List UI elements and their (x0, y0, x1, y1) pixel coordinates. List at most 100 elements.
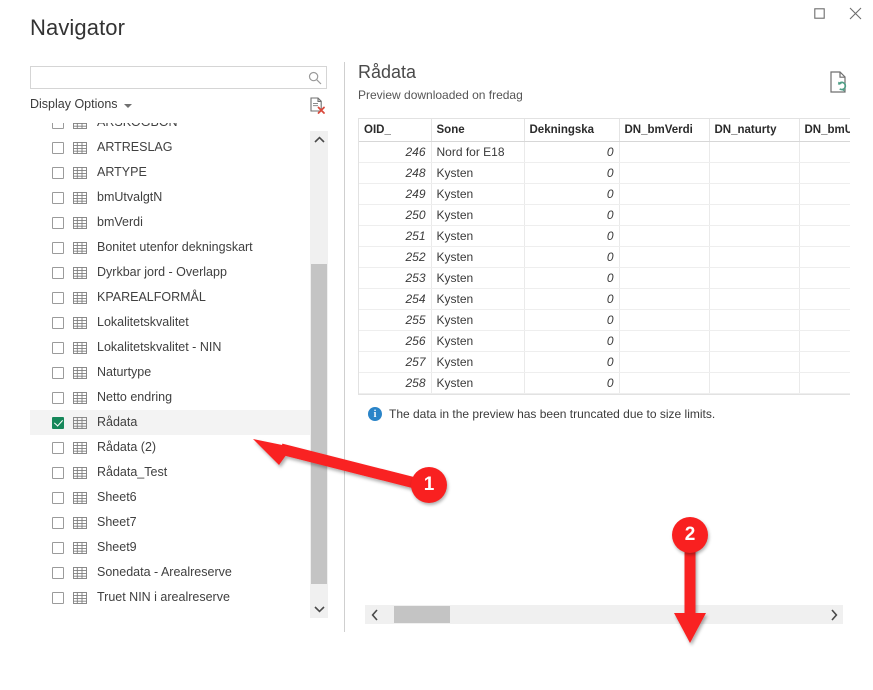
object-tree[interactable]: ARSKOGBON ARTRESLAGARTYPEbmUtvalgtNbmVerd… (30, 123, 327, 629)
tree-item-sonedata-arealreserve[interactable]: Sonedata - Arealreserve (30, 560, 310, 585)
table-head: OID_SoneDekningskaDN_bmVerdiDN_naturtyDN… (359, 119, 850, 141)
table-cell: 0 (524, 183, 619, 204)
table-row[interactable]: 252Kysten0 (359, 246, 850, 267)
table-cell: Kysten (431, 309, 524, 330)
remove-document-icon[interactable] (307, 95, 327, 115)
tree-item-sheet6[interactable]: Sheet6 (30, 485, 310, 510)
preview-table-container[interactable]: OID_SoneDekningskaDN_bmVerdiDN_naturtyDN… (358, 118, 850, 395)
checkbox[interactable] (52, 417, 64, 429)
checkbox[interactable] (52, 592, 64, 604)
column-header[interactable]: DN_bmVerdi (619, 119, 709, 141)
table-cell (709, 246, 799, 267)
checkbox[interactable] (52, 192, 64, 204)
search-box[interactable] (30, 66, 327, 89)
checkbox[interactable] (52, 217, 64, 229)
table-icon (73, 192, 87, 204)
column-header[interactable]: DN_naturty (709, 119, 799, 141)
table-icon (73, 567, 87, 579)
table-cell: Kysten (431, 246, 524, 267)
tree-item-artreslag[interactable]: ARTRESLAG (30, 135, 310, 160)
preview-subtitle: Preview downloaded on fredag (358, 88, 853, 102)
table-row[interactable]: 258Kysten0 (359, 372, 850, 393)
column-header[interactable]: OID_ (359, 119, 431, 141)
checkbox[interactable] (52, 167, 64, 179)
tree-item-bmverdi[interactable]: bmVerdi (30, 210, 310, 235)
checkbox[interactable] (52, 542, 64, 554)
tree-item-sheet7[interactable]: Sheet7 (30, 510, 310, 535)
table-cell: 258 (359, 372, 431, 393)
tree-item-label: Rådata_Test (97, 466, 167, 479)
tree-item-naturtype[interactable]: Naturtype (30, 360, 310, 385)
preview-title: Rådata (358, 62, 853, 84)
checkbox[interactable] (52, 342, 64, 354)
table-icon (73, 417, 87, 429)
tree-item-r-data-test[interactable]: Rådata_Test (30, 460, 310, 485)
tree-item-lokalitetskvalitet[interactable]: Lokalitetskvalitet (30, 310, 310, 335)
tree-item-label: Rådata (2) (97, 441, 156, 454)
document-refresh-icon[interactable] (828, 70, 850, 94)
table-cell (799, 204, 850, 225)
tree-item-truet-nin-i-arealreserve[interactable]: Truet NIN i arealreserve (30, 585, 310, 610)
tree-item-kparealform-l[interactable]: KPAREALFORMÅL (30, 285, 310, 310)
horizontal-scrollbar-thumb[interactable] (394, 606, 450, 623)
tree-item-r-data-2[interactable]: Rådata (2) (30, 435, 310, 460)
chevron-down-icon[interactable] (310, 600, 328, 618)
tree-item-arskogbon[interactable]: ARSKOGBON (30, 123, 310, 135)
checkbox[interactable] (52, 123, 64, 129)
tree-item-bonitet-utenfor-dekningskart[interactable]: Bonitet utenfor dekningskart (30, 235, 310, 260)
table-row[interactable]: 250Kysten0 (359, 204, 850, 225)
table-cell (709, 183, 799, 204)
tree-item-label: ARSKOGBON (97, 123, 178, 129)
table-row[interactable]: 246Nord for E180 (359, 141, 850, 162)
tree-item-label: Dyrkbar jord - Overlapp (97, 266, 227, 279)
checkbox[interactable] (52, 492, 64, 504)
checkbox[interactable] (52, 367, 64, 379)
checkbox[interactable] (52, 267, 64, 279)
checkbox[interactable] (52, 142, 64, 154)
checkbox[interactable] (52, 242, 64, 254)
tree-item-bmutvalgtn[interactable]: bmUtvalgtN (30, 185, 310, 210)
column-header[interactable]: Sone (431, 119, 524, 141)
vertical-scrollbar-thumb[interactable] (311, 264, 327, 584)
table-row[interactable]: 256Kysten0 (359, 330, 850, 351)
table-cell (709, 372, 799, 393)
tree-item-netto-endring[interactable]: Netto endring (30, 385, 310, 410)
search-icon[interactable] (304, 67, 326, 88)
column-header[interactable]: DN_bmUt (799, 119, 850, 141)
tree-item-lokalitetskvalitet-nin[interactable]: Lokalitetskvalitet - NIN (30, 335, 310, 360)
tree-item-r-data[interactable]: Rådata (30, 410, 310, 435)
checkbox[interactable] (52, 442, 64, 454)
chevron-left-icon[interactable] (365, 605, 384, 624)
table-row[interactable]: 253Kysten0 (359, 267, 850, 288)
table-row[interactable]: 254Kysten0 (359, 288, 850, 309)
tree-item-sheet9[interactable]: Sheet9 (30, 535, 310, 560)
chevron-up-icon[interactable] (310, 131, 328, 149)
table-row[interactable]: 249Kysten0 (359, 183, 850, 204)
table-cell (619, 309, 709, 330)
tree-item-artype[interactable]: ARTYPE (30, 160, 310, 185)
column-header[interactable]: Dekningska (524, 119, 619, 141)
table-row[interactable]: 251Kysten0 (359, 225, 850, 246)
maximize-button[interactable] (801, 0, 837, 26)
checkbox[interactable] (52, 567, 64, 579)
annotation-badge-2: 2 (672, 517, 708, 553)
tree-vertical-scrollbar[interactable] (310, 131, 328, 618)
checkbox[interactable] (52, 517, 64, 529)
dialog-footer: Load Transform Data Cancel (0, 632, 873, 690)
display-options-dropdown[interactable]: Display Options (30, 97, 132, 111)
table-cell (799, 372, 850, 393)
table-cell (799, 288, 850, 309)
checkbox[interactable] (52, 467, 64, 479)
close-button[interactable] (837, 0, 873, 26)
table-row[interactable]: 248Kysten0 (359, 162, 850, 183)
checkbox[interactable] (52, 292, 64, 304)
table-horizontal-scrollbar[interactable] (365, 605, 843, 624)
tree-item-dyrkbar-jord-overlapp[interactable]: Dyrkbar jord - Overlapp (30, 260, 310, 285)
checkbox[interactable] (52, 392, 64, 404)
chevron-right-icon[interactable] (824, 605, 843, 624)
table-cell: Kysten (431, 183, 524, 204)
table-row[interactable]: 255Kysten0 (359, 309, 850, 330)
checkbox[interactable] (52, 317, 64, 329)
search-input[interactable] (31, 67, 304, 88)
table-row[interactable]: 257Kysten0 (359, 351, 850, 372)
